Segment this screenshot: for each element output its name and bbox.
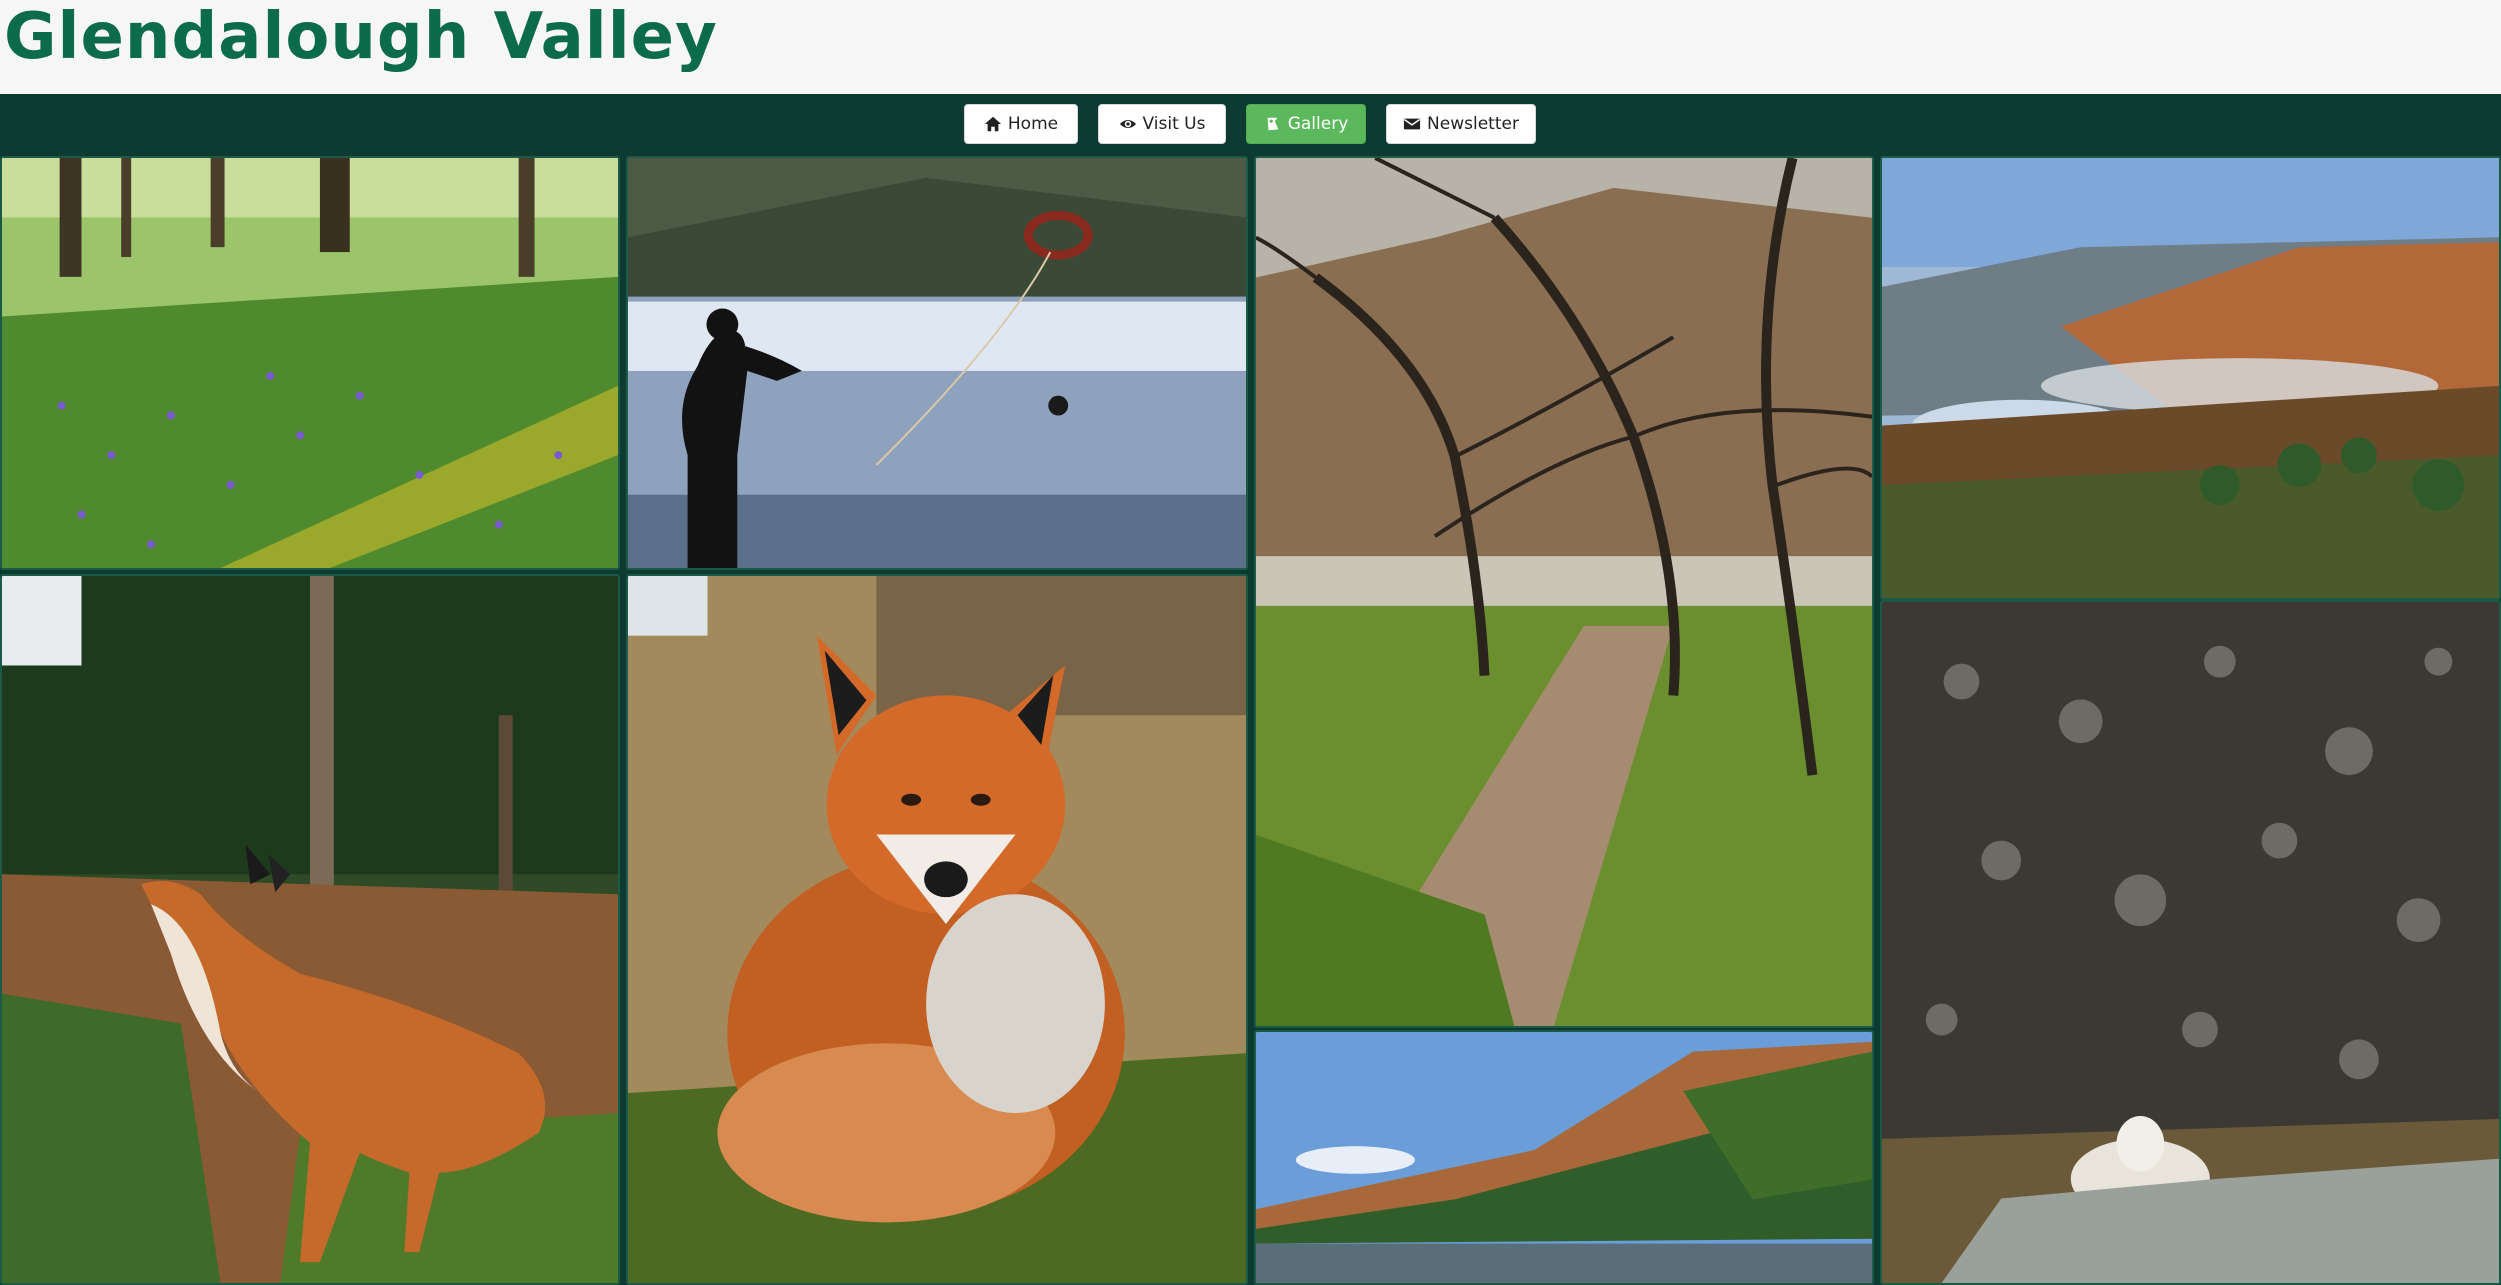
envelope-icon (1403, 118, 1421, 130)
nav-home-label: Home (1007, 114, 1059, 134)
nav-newsletter-label: Newsletter (1427, 114, 1519, 134)
home-icon (984, 116, 1001, 132)
nav-visit-us-label: Visit Us (1142, 114, 1206, 134)
nav-visit-us-button[interactable]: Visit Us (1098, 104, 1226, 144)
fox-in-forest-photo[interactable] (0, 574, 620, 1285)
mountain-lake-autumn-photo[interactable] (1254, 1030, 1874, 1285)
misty-valley-lake-photo[interactable] (1880, 156, 2501, 600)
nav-gallery-label: Gallery (1287, 114, 1349, 134)
site-title: Glendalough Valley (4, 0, 718, 74)
nav-newsletter-button[interactable]: Newsletter (1386, 104, 1536, 144)
fox-in-grass-closeup-photo[interactable] (626, 574, 1248, 1285)
image-icon (1267, 117, 1279, 131)
lake-rescue-swimmer-photo[interactable] (626, 156, 1248, 570)
nav-gallery-button[interactable]: Gallery (1246, 104, 1366, 144)
bluebell-woodland-photo[interactable] (0, 156, 620, 570)
eye-icon (1119, 119, 1136, 129)
sheep-on-rock-photo[interactable] (1880, 600, 2501, 1285)
main-navbar: Home Visit Us Gallery Newsletter (0, 94, 2501, 156)
site-header: Glendalough Valley (0, 0, 2501, 94)
nav-home-button[interactable]: Home (964, 104, 1078, 144)
bare-trees-lakeside-path-photo[interactable] (1254, 156, 1874, 1028)
